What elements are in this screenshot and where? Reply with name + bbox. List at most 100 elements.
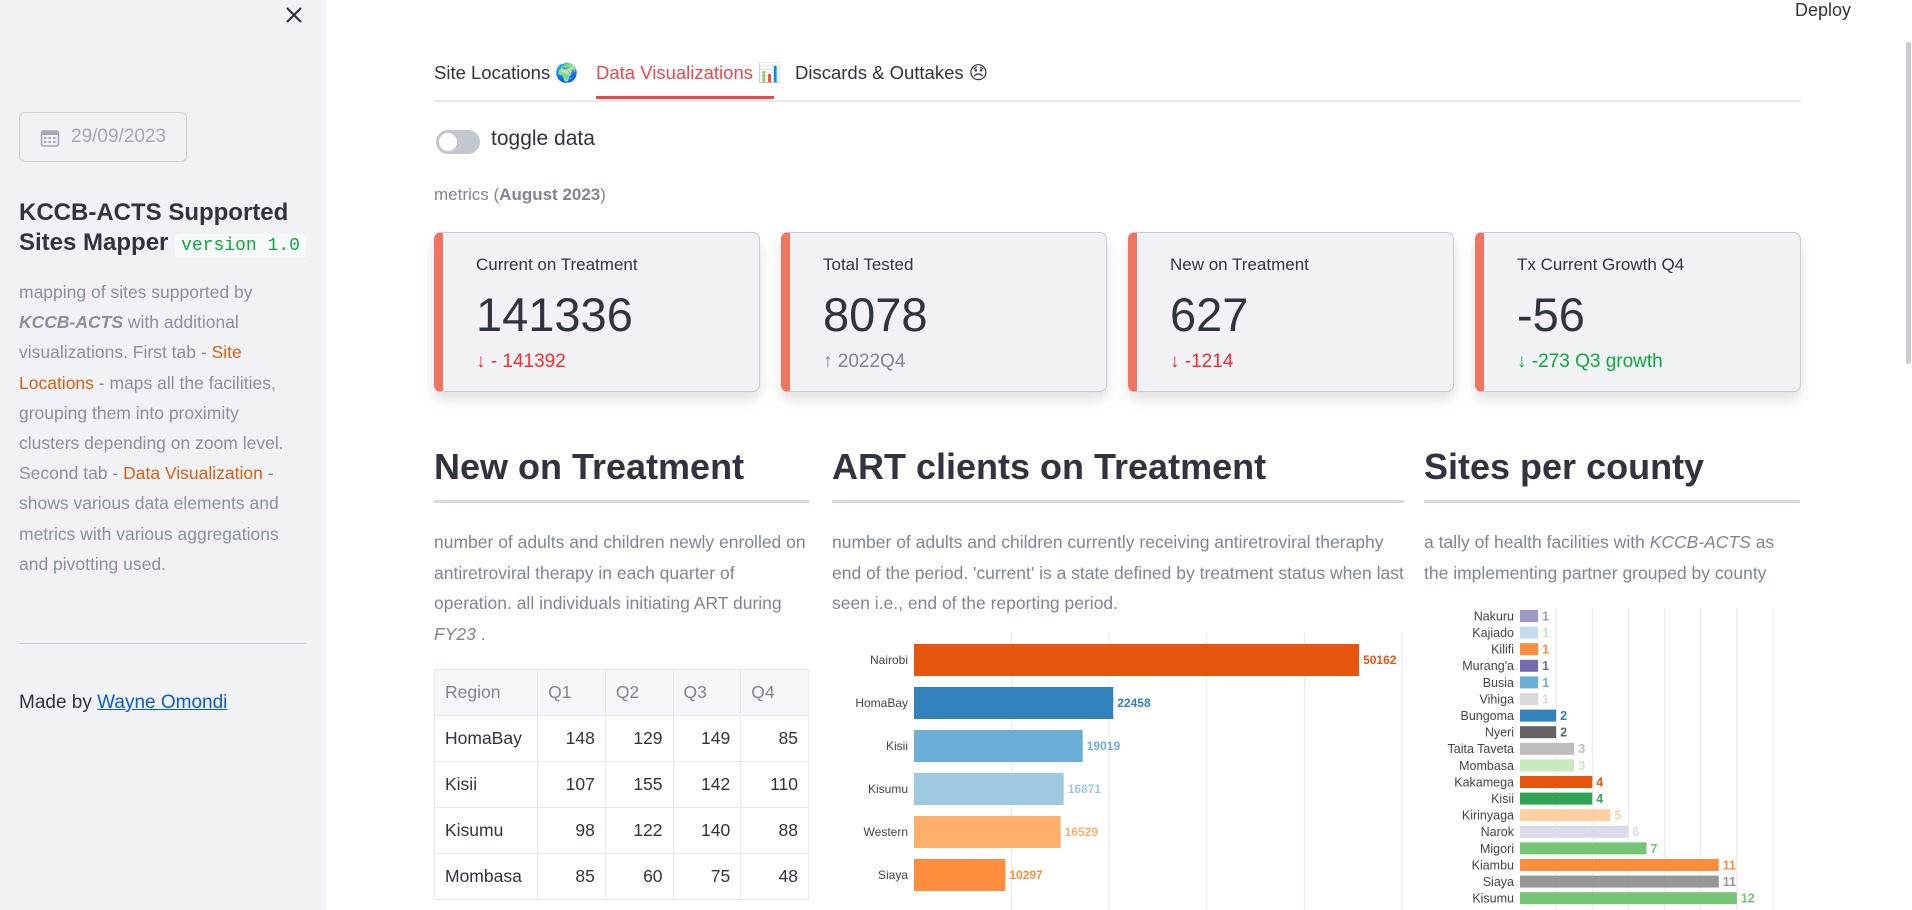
- data-label: 19019: [1087, 739, 1121, 753]
- bar[interactable]: [1520, 659, 1539, 672]
- table-cell[interactable]: HomaBay: [433, 715, 539, 762]
- table-cell[interactable]: 149: [672, 715, 742, 762]
- data-label: 1: [1542, 676, 1549, 690]
- bar[interactable]: [1520, 892, 1737, 905]
- close-icon: [286, 7, 302, 23]
- section-desc-text: a tally of health facilities with: [1424, 532, 1645, 552]
- table-cell[interactable]: 142: [672, 761, 742, 808]
- table-cell[interactable]: Mombasa: [433, 853, 539, 900]
- bar[interactable]: [1520, 726, 1557, 739]
- section-desc-sites-per-county: a tally of health facilities with KCCB-A…: [1424, 527, 1800, 588]
- column-header[interactable]: Q4: [740, 669, 809, 716]
- bar[interactable]: [914, 644, 1360, 676]
- bar[interactable]: [1520, 759, 1575, 772]
- bar[interactable]: [1520, 742, 1575, 755]
- metric-delta: ↓ -1214: [1170, 351, 1233, 373]
- arrow-down-icon: ↓: [1170, 351, 1180, 372]
- bar[interactable]: [914, 687, 1114, 719]
- table-cell[interactable]: 98: [537, 807, 606, 854]
- data-label: 16529: [1065, 825, 1099, 839]
- version-badge: version 1.0: [175, 234, 306, 258]
- bar[interactable]: [1520, 709, 1557, 722]
- section-desc-text: number of adults and children newly enro…: [434, 532, 806, 613]
- desc-text: mapping of sites supported by: [19, 282, 253, 302]
- bar[interactable]: [1520, 825, 1629, 838]
- table-cell[interactable]: 48: [740, 853, 809, 900]
- table-cell[interactable]: 140: [672, 807, 742, 854]
- table-cell[interactable]: Kisii: [433, 761, 539, 808]
- metric-label: Total Tested: [823, 255, 914, 274]
- data-label: 10297: [1009, 868, 1043, 882]
- data-label: 7: [1651, 842, 1658, 856]
- bar[interactable]: [914, 773, 1064, 805]
- close-sidebar-button[interactable]: [282, 0, 306, 30]
- column-header[interactable]: Q3: [672, 669, 742, 716]
- bar[interactable]: [1520, 792, 1593, 805]
- deploy-button[interactable]: Deploy: [1795, 0, 1851, 21]
- column-header[interactable]: Q1: [537, 669, 606, 716]
- arrow-down-icon: ↓: [476, 351, 486, 372]
- column-header[interactable]: Region: [433, 669, 539, 716]
- active-tab-indicator: [596, 96, 774, 99]
- bar[interactable]: [1520, 643, 1539, 656]
- app-title: KCCB-ACTS Supported Sites Mapper version…: [19, 198, 314, 261]
- column-header[interactable]: Q2: [604, 669, 674, 716]
- metric-delta: ↓ -273 Q3 growth: [1517, 351, 1663, 373]
- category-label: Nairobi: [870, 653, 908, 667]
- metric-card-total-tested: Total Tested 8078 ↑ 2022Q4: [781, 232, 1107, 392]
- bar[interactable]: [914, 859, 1006, 891]
- category-label: Mombasa: [1459, 759, 1514, 773]
- sites-per-county-bar-chart: Nakuru 1 Kajiado 1 Kilifi 1 Murang'a 1 Busia 1 Vih…: [1448, 608, 1774, 910]
- data-label: 3: [1578, 759, 1585, 773]
- category-label: Kisumu: [868, 782, 908, 796]
- metric-label: Current on Treatment: [476, 255, 638, 274]
- tab-site-locations[interactable]: Site Locations 🌍: [434, 62, 578, 84]
- table-cell[interactable]: 85: [537, 853, 606, 900]
- tab-data-visualizations[interactable]: Data Visualizations 📊: [596, 62, 781, 84]
- data-label: 1: [1542, 692, 1549, 706]
- category-label: Nyeri: [1485, 726, 1514, 740]
- bar[interactable]: [1520, 776, 1593, 788]
- category-label: Migori: [1480, 842, 1514, 856]
- bar[interactable]: [914, 730, 1083, 762]
- scrollbar[interactable]: [1906, 42, 1911, 364]
- table-cell[interactable]: Kisumu: [433, 807, 539, 854]
- data-label: 2: [1560, 726, 1567, 740]
- bar[interactable]: [1520, 676, 1539, 689]
- category-label: Kisumu: [1472, 892, 1514, 906]
- table-cell[interactable]: 155: [604, 761, 674, 808]
- section-desc-emphasis: KCCB-ACTS: [1649, 532, 1751, 552]
- data-label: 22458: [1117, 696, 1151, 710]
- bar[interactable]: [1520, 693, 1539, 705]
- table-cell[interactable]: 129: [604, 715, 674, 762]
- toggle-knob: [439, 133, 457, 151]
- category-label: Western: [864, 825, 908, 839]
- table-cell[interactable]: 75: [672, 853, 742, 900]
- bar[interactable]: [1520, 610, 1539, 622]
- author-link[interactable]: Wayne Omondi: [97, 692, 227, 713]
- category-label: Bungoma: [1460, 709, 1514, 723]
- table-cell[interactable]: 88: [740, 807, 809, 854]
- category-label: Kilifi: [1491, 643, 1514, 657]
- bar[interactable]: [1520, 842, 1647, 855]
- table-row: HomaBay 148 129 149 85: [433, 715, 809, 762]
- table-cell[interactable]: 122: [604, 807, 674, 854]
- tab-discards-outtakes[interactable]: Discards & Outtakes 😞: [795, 62, 988, 84]
- metrics-caption-suffix: ): [600, 185, 606, 204]
- metric-value: -56: [1517, 288, 1585, 341]
- table-cell[interactable]: 148: [537, 715, 606, 762]
- table-cell[interactable]: 60: [604, 853, 674, 900]
- bar[interactable]: [914, 816, 1061, 848]
- table-cell[interactable]: 107: [537, 761, 606, 808]
- bar[interactable]: [1520, 875, 1719, 888]
- toggle-data-switch[interactable]: [436, 130, 480, 154]
- bar[interactable]: [1520, 626, 1539, 639]
- bar[interactable]: [1520, 809, 1611, 822]
- table-cell[interactable]: 85: [740, 715, 809, 762]
- bar[interactable]: [1520, 859, 1719, 871]
- category-label: Murang'a: [1462, 659, 1514, 673]
- category-label: HomaBay: [855, 696, 908, 710]
- date-input[interactable]: 29/09/2023: [19, 112, 187, 162]
- table-cell[interactable]: 110: [740, 761, 809, 808]
- made-by: Made by Wayne Omondi: [19, 692, 227, 714]
